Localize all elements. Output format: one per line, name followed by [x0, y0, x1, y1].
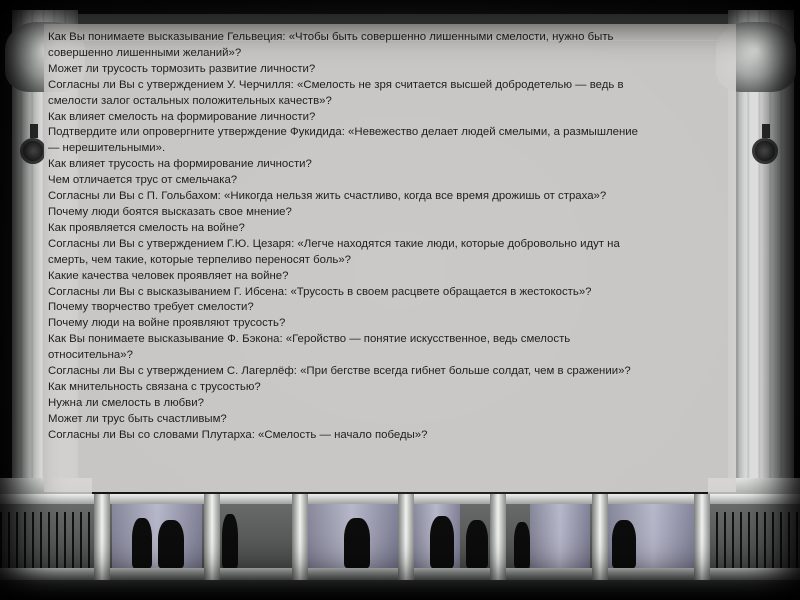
balustrade-post — [490, 494, 506, 580]
figure-silhouette — [158, 520, 184, 568]
question-line: Чем отличается трус от смельчака? — [48, 174, 238, 187]
question-line: Почему творчество требует смелости? — [48, 301, 254, 314]
right-ring-holder — [762, 124, 770, 138]
question-line: смерть, чем такие, которые терпеливо пер… — [48, 253, 351, 266]
question-line: Как влияет трусость на формирование личн… — [48, 158, 312, 171]
question-line: Согласны ли Вы с утверждением С. Лагерлё… — [48, 365, 631, 378]
question-line: Как проявляется смелость на войне? — [48, 221, 245, 234]
question-line: совершенно лишенными желаний»? — [48, 46, 242, 59]
figure-silhouette — [222, 514, 238, 568]
left-ring-holder — [30, 124, 38, 138]
question-line: Согласны ли Вы с П. Гольбахом: «Никогда … — [48, 190, 607, 203]
question-line: Почему люди на войне проявляют трусость? — [48, 317, 286, 330]
figure-silhouette — [430, 516, 454, 568]
balustrade-post — [398, 494, 414, 580]
question-line: Почему люди боятся высказать свое мнение… — [48, 205, 292, 218]
question-line: Согласны ли Вы со словами Плутарха: «Сме… — [48, 428, 428, 441]
balustrade-post — [292, 494, 308, 580]
slide: Как Вы понимаете высказывание Гельвеция:… — [0, 0, 800, 600]
question-line: Как Вы понимаете высказывание Гельвеция:… — [48, 31, 614, 43]
left-iron-fence — [0, 512, 92, 572]
figure-silhouette — [466, 520, 488, 568]
figure-silhouette — [514, 522, 530, 568]
floor — [0, 580, 800, 600]
right-iron-fence — [708, 512, 800, 572]
question-line: Нужна ли смелость в любви? — [48, 396, 204, 409]
question-line: Как мнительность связана с трусостью? — [48, 380, 261, 393]
balustrade-post — [204, 494, 220, 580]
question-line: смелости залог остальных положительных к… — [48, 94, 332, 107]
right-door-ring-icon — [752, 138, 778, 164]
window-curtain — [112, 504, 202, 568]
question-line: — нерешительными». — [48, 142, 166, 155]
question-list: Как Вы понимаете высказывание Гельвеция:… — [48, 30, 732, 444]
balustrade-post — [592, 494, 608, 580]
question-line: Согласны ли Вы с высказыванием Г. Ибсена… — [48, 285, 592, 298]
question-line: Как Вы понимаете высказывание Ф. Бэкона:… — [48, 333, 571, 346]
question-line: Подтвердите или опровергните утверждение… — [48, 126, 638, 139]
figure-silhouette — [612, 520, 636, 568]
figure-silhouette — [132, 518, 152, 568]
window-curtain — [530, 504, 590, 568]
question-line: Согласны ли Вы с утверждением Г.Ю. Цезар… — [48, 237, 620, 250]
balustrade-post — [94, 494, 110, 580]
figure-silhouette — [344, 518, 370, 568]
question-line: Как влияет смелость на формирование личн… — [48, 110, 316, 123]
question-line: Может ли трус быть счастливым? — [48, 412, 227, 425]
balustrade-post — [694, 494, 710, 580]
question-line: относительна»? — [48, 349, 133, 362]
question-line: Какие качества человек проявляет на войн… — [48, 269, 289, 282]
question-line: Может ли трусость тормозить развитие лич… — [48, 62, 316, 75]
left-door-ring-icon — [20, 138, 46, 164]
question-line: Согласны ли Вы с утверждением У. Черчилл… — [48, 78, 624, 91]
